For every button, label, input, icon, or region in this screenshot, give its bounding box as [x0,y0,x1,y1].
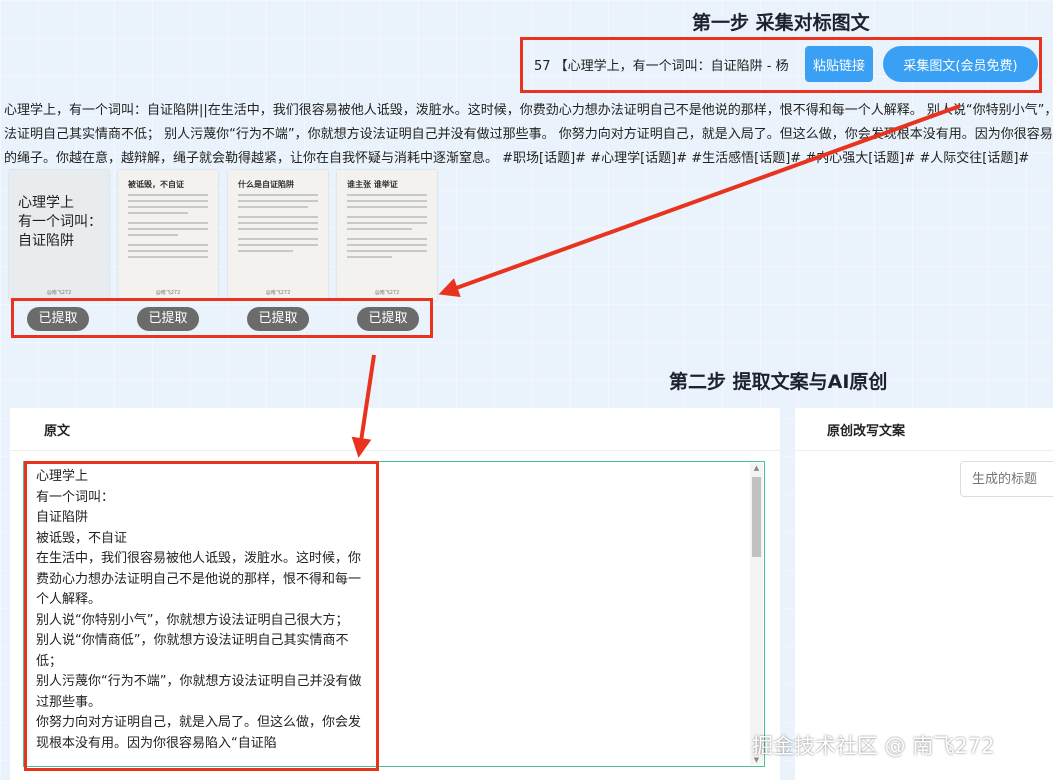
annotation-arrows [351,104,961,458]
arrow-to-images [438,104,961,298]
arrow-to-text [351,354,376,458]
watermark: 掘金技术社区 @ 南飞272 [752,734,995,758]
